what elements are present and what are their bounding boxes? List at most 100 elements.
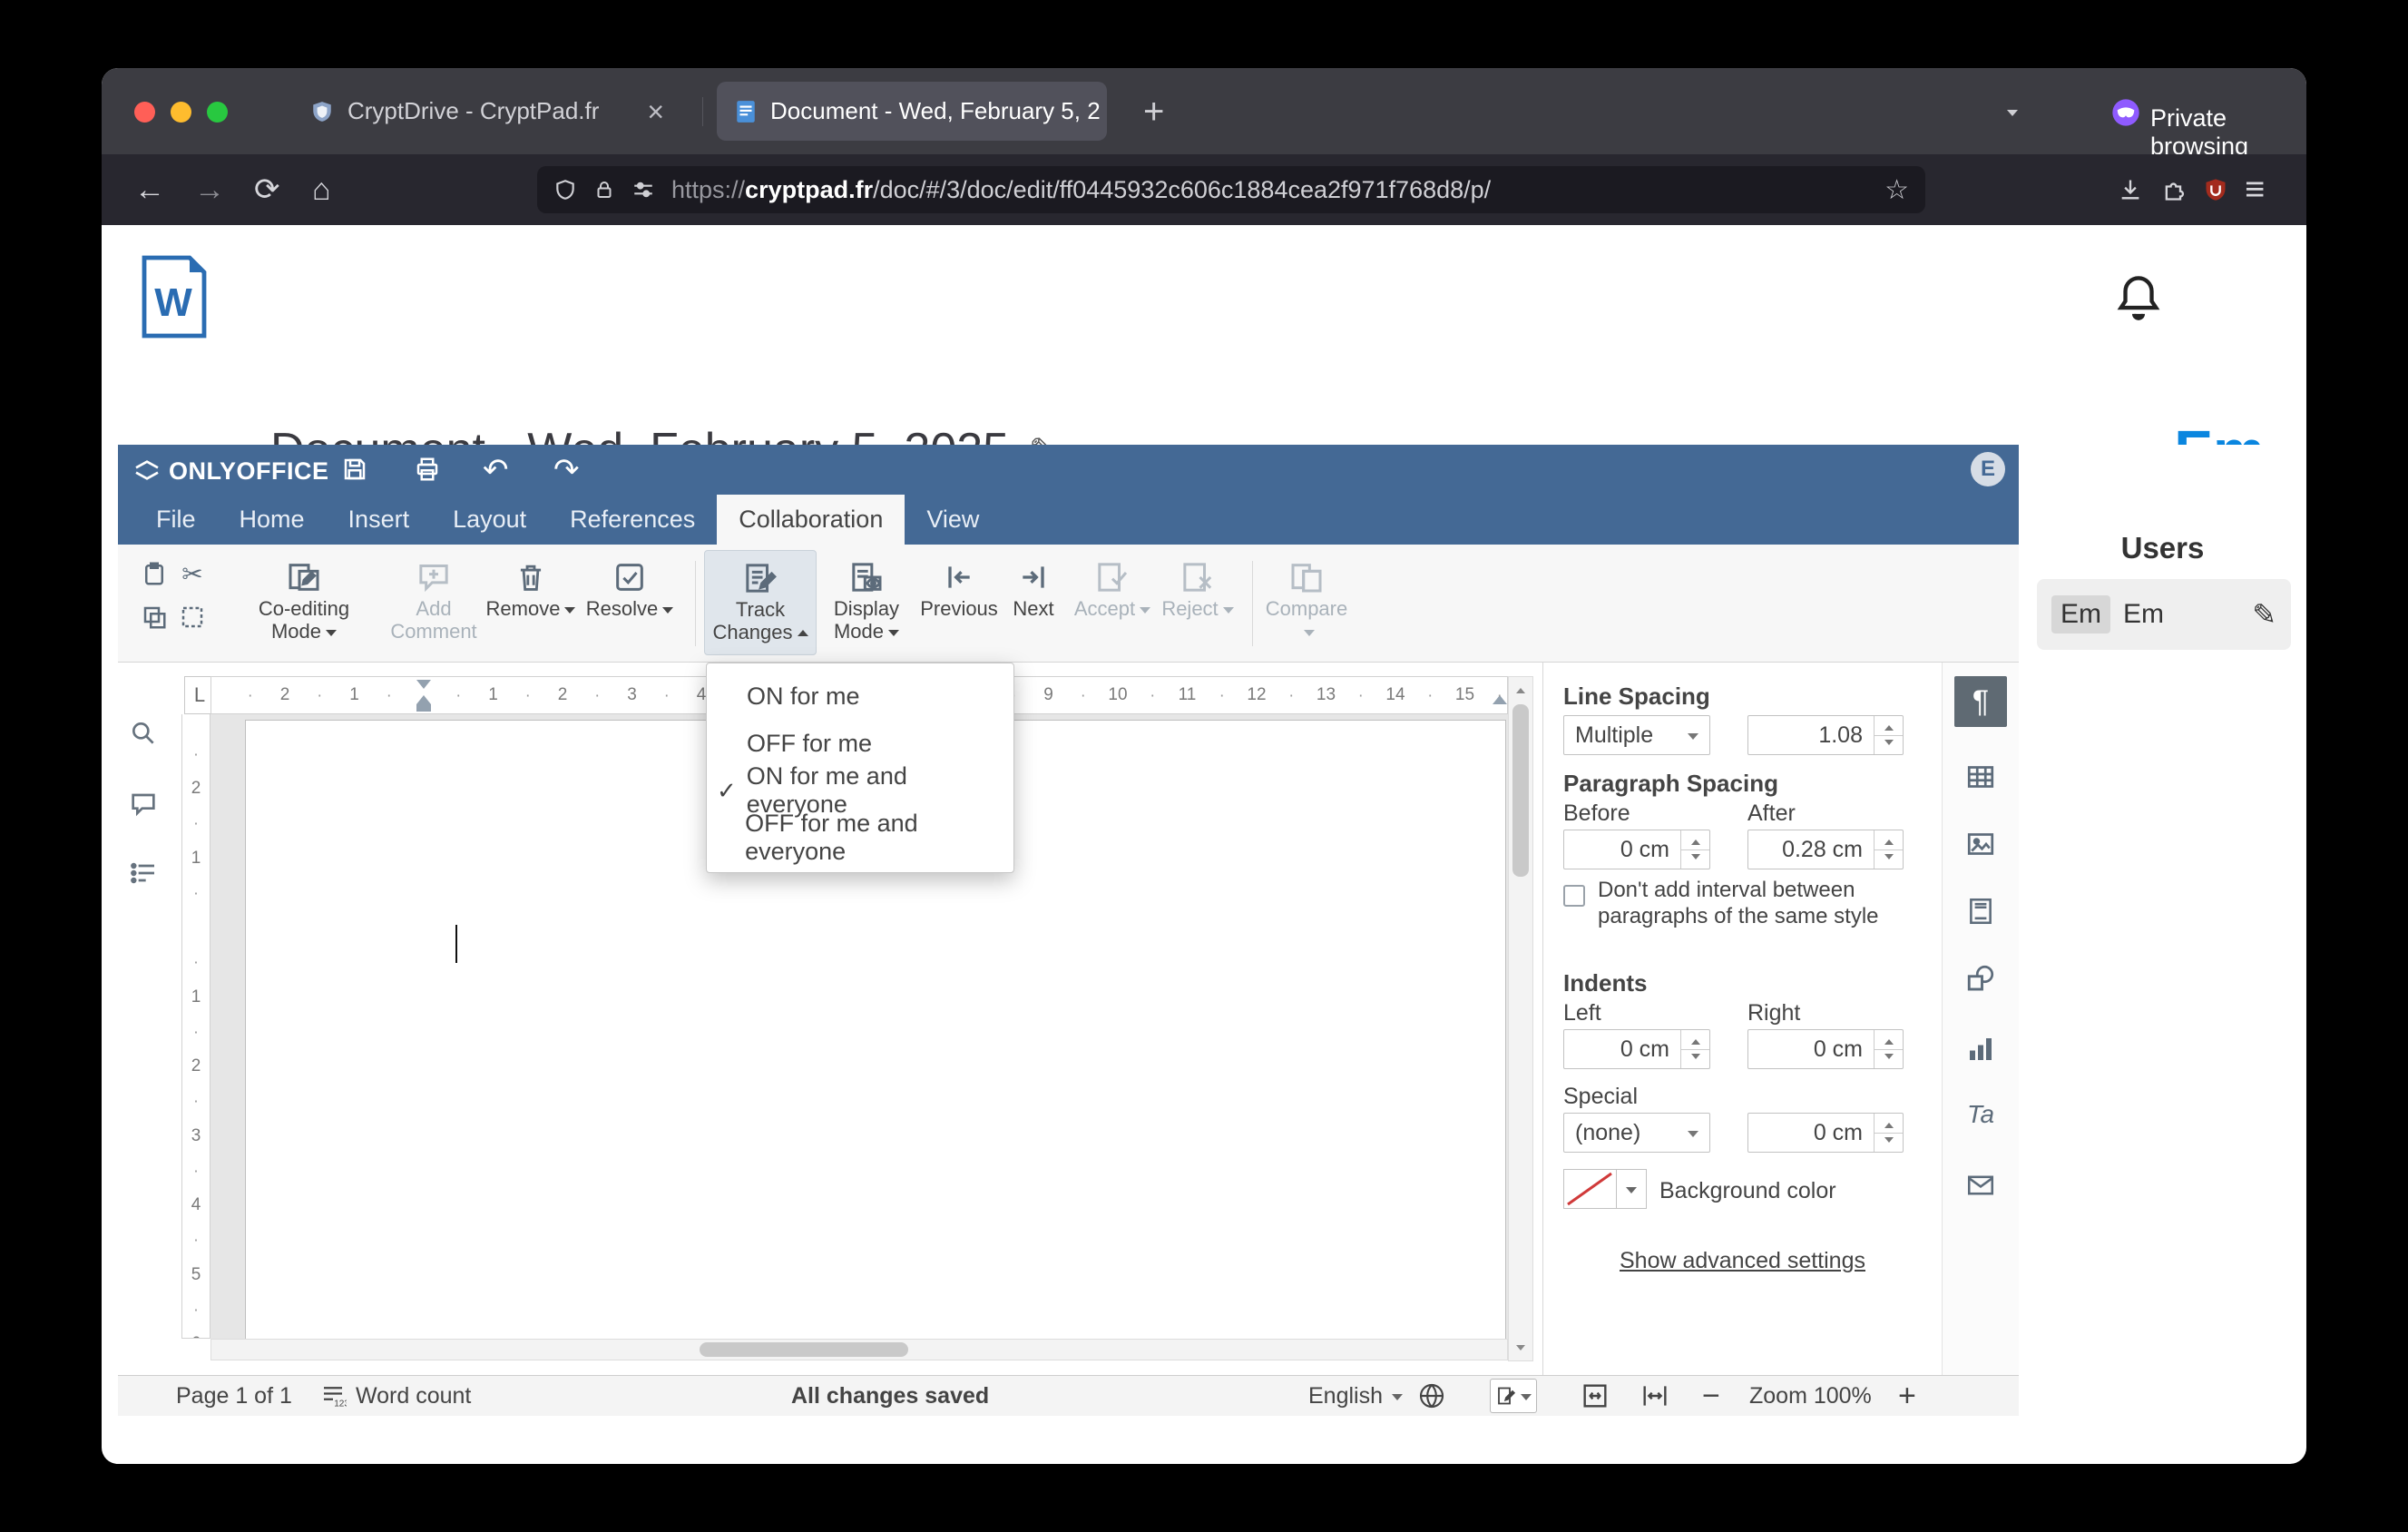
spacing-after-input[interactable]: 0.28 cm bbox=[1747, 830, 1904, 869]
page-indicator[interactable]: Page 1 of 1 bbox=[176, 1376, 292, 1416]
special-select[interactable]: (none) bbox=[1563, 1113, 1710, 1153]
spacing-before-input[interactable]: 0 cm bbox=[1563, 830, 1710, 869]
permissions-icon[interactable] bbox=[631, 177, 655, 202]
list-tabs-chevron-icon[interactable] bbox=[2002, 106, 2018, 123]
color-swatch[interactable] bbox=[1564, 1170, 1617, 1208]
notifications-bell-icon[interactable] bbox=[2112, 270, 2165, 324]
hanging-indent-marker[interactable] bbox=[416, 688, 431, 704]
advanced-settings-link[interactable]: Show advanced settings bbox=[1543, 1248, 1942, 1274]
print-icon[interactable] bbox=[414, 456, 441, 483]
select-all-icon[interactable] bbox=[176, 601, 209, 633]
indent-right-input[interactable]: 0 cm bbox=[1747, 1029, 1904, 1069]
spinner[interactable] bbox=[1680, 1030, 1709, 1068]
menu-tab-references[interactable]: References bbox=[548, 495, 717, 545]
spinner[interactable] bbox=[1874, 830, 1903, 869]
spinner[interactable] bbox=[1874, 1030, 1903, 1068]
fit-page-icon[interactable] bbox=[1581, 1376, 1610, 1416]
language-selector[interactable]: English bbox=[1308, 1376, 1403, 1416]
next-change-button[interactable]: Next bbox=[993, 550, 1074, 655]
no-interval-checkbox[interactable] bbox=[1563, 885, 1585, 907]
minimize-window-button[interactable] bbox=[171, 102, 191, 123]
scroll-down-icon[interactable] bbox=[1509, 1339, 1532, 1360]
tab-document-active[interactable]: Document - Wed, February 5, 2 × bbox=[717, 82, 1107, 141]
menu-tab-file[interactable]: File bbox=[134, 495, 218, 545]
hamburger-menu-icon[interactable]: ≡ bbox=[2245, 172, 2265, 207]
user-avatar[interactable]: E bbox=[1971, 452, 2005, 486]
word-count-label[interactable]: Word count bbox=[356, 1376, 471, 1416]
paragraph-settings-tab[interactable]: ¶ bbox=[1954, 676, 2007, 727]
track-menu-item[interactable]: ✓ ON for me and everyone bbox=[707, 762, 1013, 818]
downloads-icon[interactable] bbox=[2118, 176, 2143, 203]
menu-tab-insert[interactable]: Insert bbox=[327, 495, 432, 545]
find-icon[interactable] bbox=[129, 719, 160, 750]
horizontal-scrollbar-thumb[interactable] bbox=[700, 1342, 908, 1357]
accept-change-button[interactable]: Accept bbox=[1067, 550, 1158, 655]
ublock-icon[interactable] bbox=[2203, 176, 2228, 203]
zoom-out-icon[interactable]: − bbox=[1702, 1376, 1720, 1416]
mail-merge-settings-tab[interactable] bbox=[1954, 1160, 2007, 1211]
indent-left-input[interactable]: 0 cm bbox=[1563, 1029, 1710, 1069]
left-indent-marker[interactable] bbox=[416, 704, 431, 712]
display-mode-button[interactable]: Display Mode bbox=[818, 550, 915, 655]
forward-icon[interactable]: → bbox=[194, 174, 225, 205]
track-menu-item[interactable]: OFF for me bbox=[707, 720, 1013, 767]
track-changes-toggle[interactable] bbox=[1490, 1376, 1537, 1416]
close-tab-icon[interactable]: × bbox=[647, 97, 664, 126]
save-icon[interactable] bbox=[341, 456, 368, 483]
track-menu-item[interactable]: OFF for me and everyone bbox=[707, 810, 1013, 865]
vertical-ruler[interactable]: ·2·1··1·2·3·4·5·6· bbox=[181, 714, 210, 1339]
lock-icon[interactable] bbox=[593, 177, 615, 202]
image-settings-tab[interactable] bbox=[1954, 819, 2007, 869]
vertical-scrollbar-thumb[interactable] bbox=[1512, 704, 1529, 877]
edit-user-pencil-icon[interactable]: ✎ bbox=[2252, 597, 2276, 632]
word-count-icon[interactable]: 123 bbox=[319, 1376, 347, 1416]
menu-tab-collaboration[interactable]: Collaboration bbox=[717, 495, 905, 545]
menu-tab-view[interactable]: View bbox=[905, 495, 1001, 545]
url-bar[interactable]: https://cryptpad.fr/doc/#/3/doc/edit/ff0… bbox=[537, 166, 1925, 213]
background-color-picker[interactable] bbox=[1563, 1169, 1647, 1209]
shape-settings-tab[interactable] bbox=[1954, 953, 2007, 1004]
cut-icon[interactable]: ✂ bbox=[176, 557, 209, 590]
text-art-settings-tab[interactable]: Ta bbox=[1954, 1089, 2007, 1140]
reload-icon[interactable]: ⟳ bbox=[254, 174, 280, 205]
coediting-mode-button[interactable]: Co-editing Mode bbox=[248, 550, 360, 655]
extensions-puzzle-icon[interactable] bbox=[2161, 176, 2187, 203]
reject-change-button[interactable]: Reject bbox=[1154, 550, 1241, 655]
special-value-input[interactable]: 0 cm bbox=[1747, 1113, 1904, 1153]
vertical-scrollbar[interactable] bbox=[1508, 676, 1533, 1361]
tab-cryptdrive[interactable]: CryptDrive - CryptPad.fr × bbox=[292, 82, 682, 141]
spinner[interactable] bbox=[1874, 1114, 1903, 1152]
user-list-item[interactable]: Em Em ✎ bbox=[2037, 579, 2291, 650]
remove-comment-button[interactable]: Remove bbox=[481, 550, 581, 655]
tracking-protection-shield-icon[interactable] bbox=[553, 177, 577, 202]
spinner[interactable] bbox=[1874, 716, 1903, 754]
undo-icon[interactable]: ↶ bbox=[483, 452, 509, 488]
horizontal-scrollbar[interactable] bbox=[210, 1339, 1508, 1360]
comments-panel-icon[interactable] bbox=[129, 790, 160, 820]
paste-icon[interactable] bbox=[138, 557, 171, 590]
home-icon[interactable]: ⌂ bbox=[312, 174, 331, 205]
table-settings-tab[interactable] bbox=[1954, 751, 2007, 802]
line-spacing-select[interactable]: Multiple bbox=[1563, 715, 1710, 755]
menu-tab-layout[interactable]: Layout bbox=[431, 495, 548, 545]
resolve-comment-button[interactable]: Resolve bbox=[577, 550, 682, 655]
close-window-button[interactable] bbox=[134, 102, 155, 123]
maximize-window-button[interactable] bbox=[207, 102, 228, 123]
menu-tab-home[interactable]: Home bbox=[218, 495, 327, 545]
color-dropdown-chevron-icon[interactable] bbox=[1617, 1170, 1646, 1208]
zoom-level[interactable]: Zoom 100% bbox=[1749, 1376, 1872, 1416]
new-tab-button[interactable]: + bbox=[1143, 92, 1164, 133]
redo-icon[interactable]: ↷ bbox=[553, 452, 580, 488]
copy-icon[interactable] bbox=[138, 601, 171, 633]
back-icon[interactable]: ← bbox=[134, 174, 165, 205]
track-changes-button[interactable]: Track Changes bbox=[704, 550, 817, 655]
navigation-panel-icon[interactable] bbox=[129, 859, 160, 889]
bookmark-star-icon[interactable]: ☆ bbox=[1884, 174, 1909, 206]
track-menu-item[interactable]: ON for me bbox=[707, 673, 1013, 720]
add-comment-button[interactable]: Add Comment bbox=[377, 550, 490, 655]
compare-button[interactable]: Compare bbox=[1259, 550, 1354, 655]
spellcheck-globe-icon[interactable] bbox=[1417, 1376, 1446, 1416]
header-footer-settings-tab[interactable] bbox=[1954, 886, 2007, 937]
spinner[interactable] bbox=[1680, 830, 1709, 869]
chart-settings-tab[interactable] bbox=[1954, 1024, 2007, 1075]
